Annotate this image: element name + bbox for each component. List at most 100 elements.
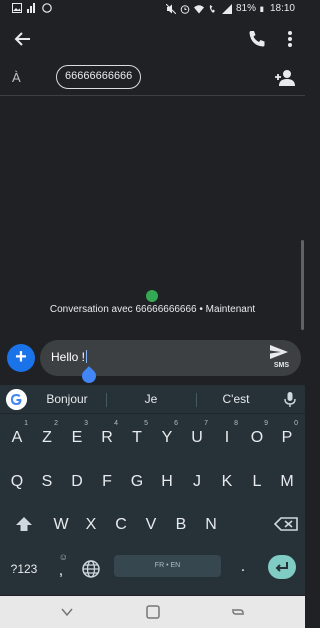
key-c[interactable]: C	[110, 510, 132, 540]
key-u[interactable]: 7U	[186, 420, 208, 453]
key-hint: 9	[264, 420, 268, 427]
key-hint: 7	[204, 420, 208, 427]
key-y[interactable]: 6Y	[156, 420, 178, 453]
cell-signal-icon	[221, 3, 232, 14]
wifi-icon	[193, 4, 204, 13]
google-logo-icon[interactable]	[6, 389, 27, 410]
key-label: U	[191, 429, 203, 446]
microphone-icon[interactable]	[283, 391, 297, 408]
enter-icon[interactable]	[268, 555, 296, 579]
key-label: P	[281, 429, 293, 446]
key-m[interactable]: M	[276, 467, 298, 497]
key-a[interactable]: 1A	[6, 420, 28, 453]
send-icon[interactable]	[267, 343, 291, 361]
nav-back-icon[interactable]	[59, 604, 75, 620]
mute-icon	[165, 3, 176, 14]
key-h[interactable]: H	[156, 467, 178, 497]
comma-label: ,	[58, 562, 64, 579]
clock: 18:10	[269, 3, 295, 14]
backspace-icon[interactable]	[272, 509, 300, 539]
space-key[interactable]: FR • EN	[114, 555, 221, 577]
key-n[interactable]: N	[200, 510, 222, 540]
key-label: F	[102, 473, 112, 490]
key-g[interactable]: G	[126, 467, 148, 497]
conversation-info: Conversation avec 66666666666 • Maintena…	[49, 304, 256, 315]
compose-box[interactable]: Hello ! SMS	[40, 340, 301, 376]
nav-recents-icon[interactable]	[230, 604, 246, 620]
battery-percent: 81%	[235, 3, 256, 14]
status-bar: 81% 18:10	[0, 0, 305, 20]
key-label: Q	[10, 473, 24, 490]
back-arrow-icon[interactable]	[12, 28, 34, 50]
suggestion-divider	[106, 393, 107, 407]
key-label: G	[130, 473, 144, 490]
key-z[interactable]: 2Z	[36, 420, 58, 453]
key-hint: 2	[54, 420, 58, 427]
key-label: I	[224, 429, 230, 446]
app-bar	[0, 20, 305, 58]
key-d[interactable]: D	[66, 467, 88, 497]
contact-icon	[146, 290, 158, 302]
key-e[interactable]: 3E	[66, 420, 88, 453]
key-label: K	[221, 473, 233, 490]
whatsapp-notification-icon	[42, 3, 52, 13]
key-x[interactable]: X	[80, 510, 102, 540]
key-label: L	[252, 473, 262, 490]
key-w[interactable]: W	[50, 510, 72, 540]
to-label: À	[12, 70, 21, 85]
key-b[interactable]: B	[170, 510, 192, 540]
alarm-icon	[180, 4, 190, 14]
phone-icon[interactable]	[246, 28, 268, 50]
key-q[interactable]: Q	[6, 467, 28, 497]
globe-icon[interactable]	[80, 558, 102, 580]
key-label: D	[71, 473, 83, 490]
suggestion-1[interactable]: Bonjour	[36, 392, 98, 406]
more-options-icon[interactable]	[280, 28, 300, 50]
key-label: J	[193, 473, 201, 490]
send-sms-label: SMS	[273, 362, 289, 369]
key-k[interactable]: K	[216, 467, 238, 497]
key-label: E	[71, 429, 83, 446]
key-label: M	[280, 473, 294, 490]
battery-icon	[260, 6, 264, 12]
key-i[interactable]: 8I	[216, 420, 238, 453]
key-hint: 0	[294, 420, 298, 427]
add-person-icon[interactable]	[274, 68, 296, 88]
nav-home-icon[interactable]	[145, 604, 161, 620]
key-label: N	[205, 516, 217, 533]
key-label: V	[145, 516, 157, 533]
key-hint: 6	[174, 420, 178, 427]
suggestion-bar: Bonjour Je C'est	[0, 385, 305, 414]
shift-icon[interactable]	[10, 509, 38, 539]
suggestion-2[interactable]: Je	[120, 392, 182, 406]
key-label: B	[175, 516, 187, 533]
key-label: O	[250, 429, 264, 446]
message-input[interactable]: Hello !	[51, 350, 88, 364]
comma-key[interactable]: ☺,	[50, 552, 72, 584]
key-label: S	[41, 473, 53, 490]
recipient-chip[interactable]: 66666666666	[56, 65, 142, 89]
key-o[interactable]: 9O	[246, 420, 268, 453]
scrollbar[interactable]	[301, 240, 304, 330]
key-label: R	[101, 429, 113, 446]
suggestion-3[interactable]: C'est	[205, 392, 267, 406]
message-text: Hello !	[51, 350, 86, 364]
key-l[interactable]: L	[246, 467, 268, 497]
key-label: W	[53, 516, 69, 533]
recipient-row: À 66666666666	[0, 60, 305, 96]
key-label: T	[132, 429, 142, 446]
key-p[interactable]: 0P	[276, 420, 298, 453]
key-s[interactable]: S	[36, 467, 58, 497]
symbols-key[interactable]: ?123	[6, 554, 42, 584]
key-j[interactable]: J	[186, 467, 208, 497]
key-label: Y	[161, 429, 173, 446]
gallery-notification-icon	[12, 3, 22, 13]
key-f[interactable]: F	[96, 467, 118, 497]
key-v[interactable]: V	[140, 510, 162, 540]
key-hint: 8	[234, 420, 238, 427]
key-t[interactable]: 5T	[126, 420, 148, 453]
signal-notification-icon	[27, 3, 35, 13]
attach-plus-button[interactable]: +	[7, 344, 35, 372]
period-key[interactable]: .	[232, 552, 254, 582]
key-r[interactable]: 4R	[96, 420, 118, 453]
